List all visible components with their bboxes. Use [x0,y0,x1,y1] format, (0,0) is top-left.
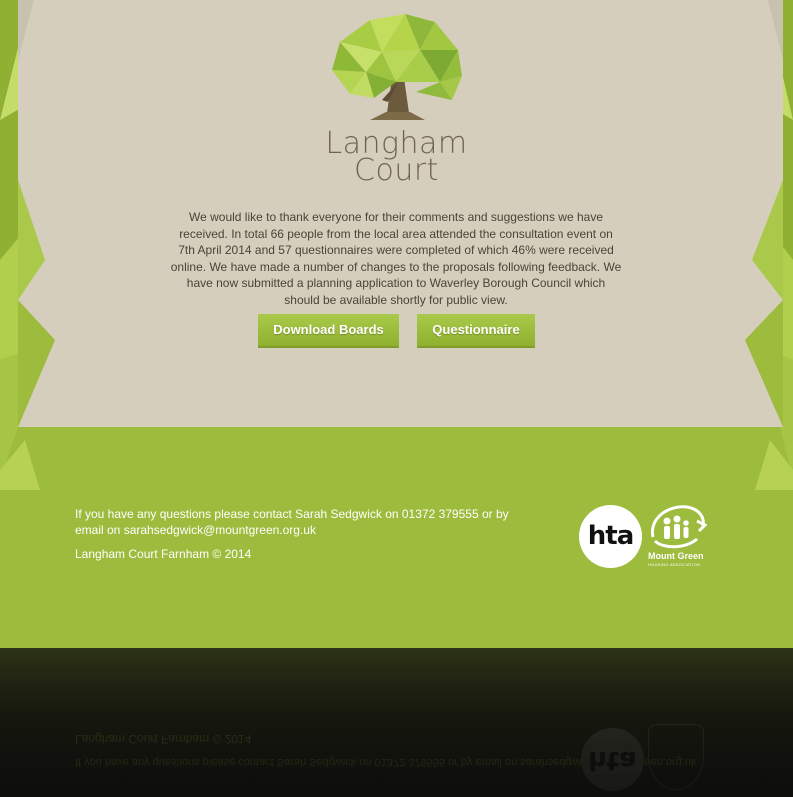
brand-name-line2: Court [354,153,439,188]
questionnaire-button[interactable]: Questionnaire [417,314,535,348]
mount-green-name: Mount Green [648,551,704,561]
hero-section: Langham Court We would like to thank eve… [0,0,793,490]
hta-logo[interactable]: hta [579,505,642,568]
mount-green-people-icon [650,505,707,549]
download-boards-button[interactable]: Download Boards [258,314,399,348]
footer-reflection: Langham Court Farnham © 2014 If you have… [0,648,793,797]
mount-green-subtitle: HOUSING ASSOCIATION [648,562,701,567]
contact-text: If you have any questions please contact… [75,507,509,537]
low-poly-tree-icon [332,14,462,120]
copyright-text: Langham Court Farnham © 2014 [75,547,252,561]
partner-logos: hta Mount Green HOUSING ASSOCIATION [579,503,709,571]
reflection-fade [0,648,793,797]
consultation-intro-text: We would like to thank everyone for thei… [170,210,622,307]
